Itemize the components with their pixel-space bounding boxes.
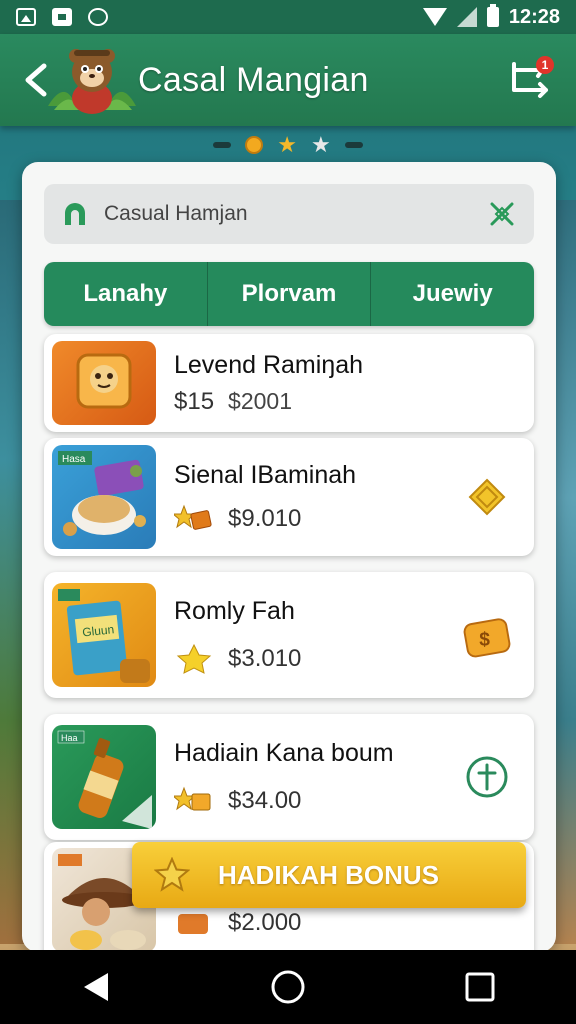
tab-juewiy[interactable]: Juewiy bbox=[370, 262, 534, 326]
star-box-icon bbox=[174, 504, 212, 530]
diamond-icon bbox=[468, 478, 506, 516]
star-icon: ★ bbox=[277, 132, 297, 157]
nav-home-button[interactable] bbox=[258, 957, 318, 1017]
search-input[interactable] bbox=[104, 202, 486, 226]
notification-badge: 1 bbox=[536, 56, 554, 74]
item-price: $2.000 bbox=[228, 909, 302, 936]
main-card: Lanahy Plorvam Juewiy Levend Ramiŋah $15… bbox=[22, 162, 556, 952]
triangle-back-icon bbox=[84, 973, 108, 1001]
page-dot bbox=[213, 142, 232, 148]
dollar-bag-icon: $ bbox=[463, 618, 511, 658]
tab-plorvam[interactable]: Plorvam bbox=[206, 262, 371, 326]
mascot-logo bbox=[44, 40, 140, 120]
app-logo-icon bbox=[65, 203, 85, 225]
plus-cross-icon bbox=[466, 756, 508, 798]
bonus-button[interactable]: HADIKAH BONUS bbox=[132, 842, 526, 908]
list-item[interactable]: Gluun Romly Fah $3.010 $ bbox=[44, 572, 534, 698]
wifi-icon bbox=[422, 8, 447, 26]
item-price: $34.00 bbox=[228, 786, 302, 814]
list-item[interactable]: Haa Hadiain Kana boum $34.00 bbox=[44, 714, 534, 840]
item-title: Romly Fah bbox=[174, 596, 295, 625]
circle-home-icon bbox=[271, 970, 305, 1004]
close-icon[interactable] bbox=[486, 198, 518, 230]
item-title: Hadiain Kana boum bbox=[174, 738, 394, 767]
item-thumbnail: Haa bbox=[52, 725, 156, 829]
list-item[interactable]: Levend Ramiŋah $15 $2001 bbox=[44, 334, 534, 432]
thumb-label: Haa bbox=[61, 733, 78, 743]
item-price: $9.010 bbox=[228, 504, 302, 532]
nav-recents-button[interactable] bbox=[450, 957, 510, 1017]
item-title: Sienal IBaminah bbox=[174, 460, 357, 489]
heart-box-icon bbox=[178, 914, 208, 934]
bonus-label: HADIKAH BONUS bbox=[218, 859, 439, 890]
status-time: 12:28 bbox=[508, 5, 560, 28]
battery-icon bbox=[486, 4, 499, 27]
status-bar: 12:28 bbox=[0, 0, 576, 34]
item-action-button[interactable] bbox=[462, 472, 512, 522]
item-action-button[interactable]: $ bbox=[462, 610, 512, 660]
search-bar bbox=[44, 184, 534, 244]
svg-text:$: $ bbox=[479, 630, 490, 651]
settings-notification-icon bbox=[88, 8, 108, 26]
nav-back-button[interactable] bbox=[66, 957, 126, 1017]
star-icon bbox=[154, 857, 190, 892]
thumb-label: Hasa bbox=[62, 454, 86, 465]
navigation-bar bbox=[0, 950, 576, 1024]
star-icon bbox=[176, 643, 212, 674]
app-bar: Casal Mangian 1 bbox=[0, 34, 576, 126]
star-box-icon bbox=[174, 786, 211, 810]
item-thumbnail: Gluun bbox=[52, 583, 156, 687]
item-old-price: $2001 bbox=[228, 388, 293, 414]
tab-lanahy[interactable]: Lanahy bbox=[44, 262, 207, 326]
switch-button[interactable]: 1 bbox=[502, 52, 558, 108]
item-thumbnail: Hasa bbox=[52, 445, 156, 549]
star-icon: ★ bbox=[311, 132, 331, 157]
coin-icon bbox=[245, 136, 264, 154]
item-thumbnail bbox=[52, 341, 156, 425]
item-title: Levend Ramiŋah bbox=[174, 350, 364, 379]
square-recents-icon bbox=[465, 972, 495, 1002]
page-indicator: ★ ★ bbox=[0, 132, 576, 158]
item-price: $3.010 bbox=[228, 644, 302, 672]
message-notification-icon bbox=[52, 8, 72, 26]
gallery-notification-icon bbox=[16, 8, 36, 26]
category-tabs: Lanahy Plorvam Juewiy bbox=[44, 262, 534, 326]
item-price: $15 bbox=[174, 387, 215, 415]
list-item[interactable]: Hasa Sienal IBaminah $9.010 bbox=[44, 438, 534, 556]
signal-icon bbox=[456, 7, 477, 27]
page-dot bbox=[344, 142, 363, 148]
app-title: Casal Mangian bbox=[138, 60, 369, 99]
item-action-button[interactable] bbox=[462, 752, 512, 802]
